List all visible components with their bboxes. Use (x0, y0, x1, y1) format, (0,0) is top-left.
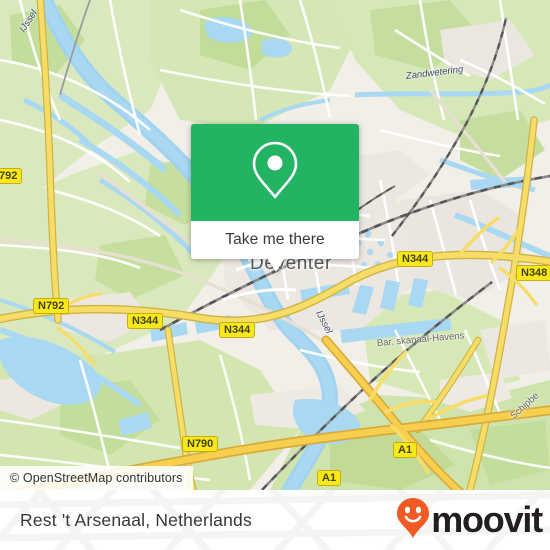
map-pin-icon (252, 141, 298, 204)
moovit-logo[interactable]: moovit (396, 490, 543, 550)
road-shield-n344-east: N344 (397, 251, 434, 267)
road-shield-a1-east: A1 (393, 442, 418, 458)
road-shield-a1-west: A1 (317, 470, 342, 486)
moovit-wordmark: moovit (431, 499, 543, 540)
road-shield-n344-mid: N344 (219, 322, 256, 338)
moovit-smiley-pin-icon (396, 497, 430, 544)
road-shield-n790: N790 (182, 436, 219, 452)
place-title: Rest 't Arsenaal, Netherlands (20, 490, 252, 550)
take-me-there-card[interactable]: Take me there (191, 124, 359, 272)
road-shield-n792: N792 (33, 298, 70, 314)
take-me-there-label: Take me there (225, 231, 325, 248)
osm-attribution[interactable]: © OpenStreetMap contributors (0, 466, 193, 490)
road-shield-n344-west: N344 (127, 313, 164, 329)
page-footer: Rest 't Arsenaal, Netherlands moovit (0, 490, 550, 550)
moovit-map-page: IJssel IJssel Zandwetering Bar. skanaal-… (0, 0, 550, 550)
card-header (191, 124, 359, 221)
road-shield-792-edge: 792 (0, 168, 23, 184)
take-me-there-button[interactable]: Take me there (191, 221, 359, 259)
place-title-text: Rest 't Arsenaal, Netherlands (20, 509, 252, 530)
road-shield-n348: N348 (516, 265, 550, 281)
osm-attribution-text: © OpenStreetMap contributors (10, 471, 183, 485)
card-pointer (267, 258, 285, 272)
